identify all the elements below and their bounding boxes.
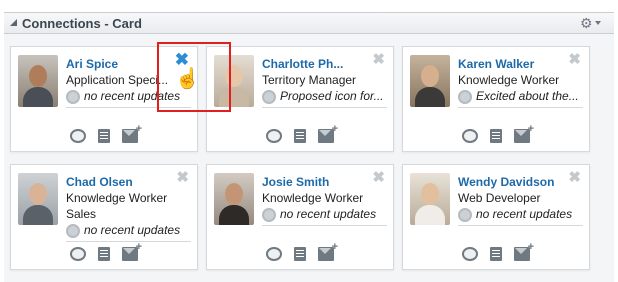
card-actions (207, 241, 393, 263)
remove-connection-button[interactable]: ✖ (372, 170, 385, 185)
card-actions (403, 123, 589, 145)
collapse-icon[interactable] (10, 19, 17, 26)
profile-icon[interactable] (98, 129, 110, 143)
remove-connection-button[interactable]: ✖ (568, 52, 581, 67)
status-message: Excited about the... (458, 89, 583, 108)
status-icon (458, 208, 472, 222)
contact-title: Knowledge Worker (458, 73, 560, 87)
card-actions (207, 123, 393, 145)
status-text: Proposed icon for... (280, 89, 384, 103)
avatar[interactable] (410, 55, 450, 107)
profile-icon[interactable] (294, 129, 306, 143)
contact-card: Wendy Davidson Web Developer no recent u… (402, 164, 590, 270)
remove-connection-button[interactable]: ✖ (176, 170, 189, 185)
mail-add-icon[interactable] (318, 123, 338, 143)
status-message: no recent updates (262, 207, 387, 226)
contact-name-link[interactable]: Karen Walker (458, 57, 558, 71)
chat-icon[interactable] (70, 247, 86, 261)
contact-name-link[interactable]: Chad Olsen (66, 175, 166, 189)
status-icon (66, 224, 80, 238)
contact-name-link[interactable]: Wendy Davidson (458, 175, 558, 189)
contact-title: Territory Manager (262, 73, 357, 87)
panel-header: Connections - Card ⚙ (4, 12, 614, 34)
remove-connection-button[interactable]: ✖ (568, 170, 581, 185)
chat-icon[interactable] (462, 247, 478, 261)
status-icon (66, 90, 80, 104)
contact-title: Web Developer (458, 191, 541, 205)
contact-name-link[interactable]: Josie Smith (262, 175, 362, 189)
chat-icon[interactable] (70, 129, 86, 143)
contact-name-link[interactable]: Ari Spice (66, 57, 166, 71)
status-icon (458, 90, 472, 104)
profile-icon[interactable] (490, 247, 502, 261)
status-icon (262, 208, 276, 222)
status-text: Excited about the... (476, 89, 579, 103)
avatar[interactable] (18, 173, 58, 225)
remove-connection-button[interactable]: ✖ (372, 52, 385, 67)
card-actions (403, 241, 589, 263)
chat-icon[interactable] (266, 129, 282, 143)
contact-card: Chad Olsen Knowledge Worker Sales no rec… (10, 164, 198, 270)
contact-card: Karen Walker Knowledge Worker Excited ab… (402, 46, 590, 152)
mail-add-icon[interactable] (318, 241, 338, 261)
mail-add-icon[interactable] (514, 123, 534, 143)
contact-title: Knowledge Worker (262, 191, 364, 205)
panel-title: Connections - Card (22, 16, 142, 31)
chevron-down-icon (594, 21, 601, 25)
panel-body: Ari Spice Application Speci... no recent… (4, 34, 614, 282)
profile-icon[interactable] (490, 129, 502, 143)
gear-menu-button[interactable]: ⚙ (580, 15, 606, 31)
card-actions (11, 241, 197, 263)
mail-add-icon[interactable] (122, 241, 142, 261)
profile-icon[interactable] (98, 247, 110, 261)
status-icon (262, 90, 276, 104)
avatar[interactable] (214, 173, 254, 225)
avatar[interactable] (18, 55, 58, 107)
contact-department: Sales (66, 207, 97, 221)
chat-icon[interactable] (266, 247, 282, 261)
mail-add-icon[interactable] (122, 123, 142, 143)
chat-icon[interactable] (462, 129, 478, 143)
status-text: no recent updates (84, 223, 181, 237)
contact-card: Charlotte Ph... Territory Manager Propos… (206, 46, 394, 152)
status-text: no recent updates (476, 207, 573, 221)
gear-icon: ⚙ (580, 14, 593, 31)
status-text: no recent updates (280, 207, 377, 221)
avatar[interactable] (410, 173, 450, 225)
card-actions (11, 123, 197, 145)
mail-add-icon[interactable] (514, 241, 534, 261)
status-message: Proposed icon for... (262, 89, 387, 108)
contact-name-link[interactable]: Charlotte Ph... (262, 57, 362, 71)
hand-cursor-icon: ☝ (175, 68, 200, 90)
contact-title: Knowledge Worker (66, 191, 168, 205)
profile-icon[interactable] (294, 247, 306, 261)
contact-card: Josie Smith Knowledge Worker no recent u… (206, 164, 394, 270)
status-message: no recent updates (458, 207, 583, 226)
status-message: no recent updates (66, 223, 191, 242)
